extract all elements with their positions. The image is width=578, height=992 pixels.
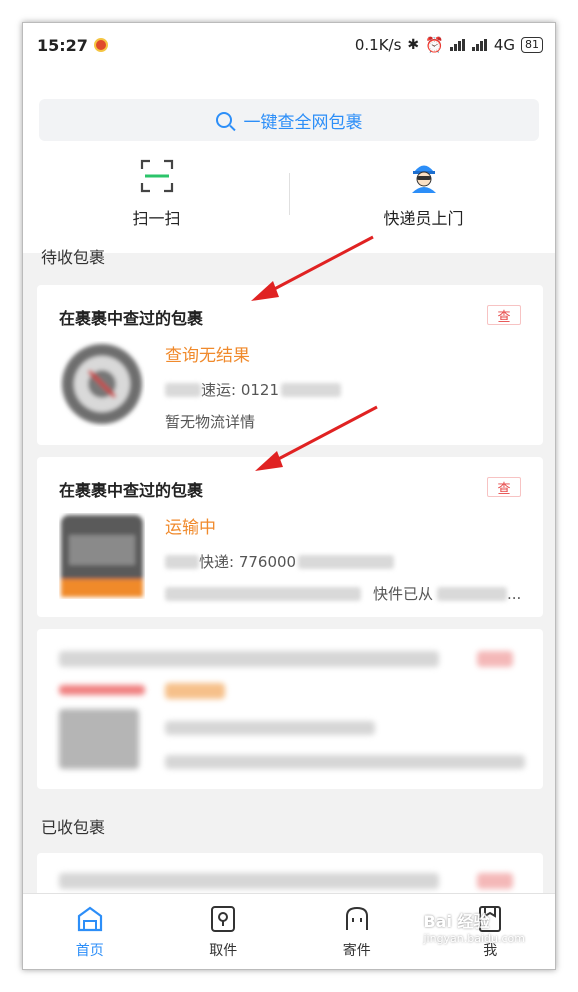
signal-icon	[449, 39, 466, 51]
send-icon	[342, 904, 372, 934]
phone-screen: 15:27 0.1K/s ✱ ⏰ 4G 81 一键查全网包裹 扫一扫 快递员上门…	[22, 22, 556, 970]
status-bar: 15:27 0.1K/s ✱ ⏰ 4G 81	[23, 23, 555, 67]
tab-send[interactable]: 寄件	[290, 894, 424, 969]
notification-icon	[93, 38, 108, 52]
blurred-thumb	[59, 709, 139, 769]
watermark-logo: Bai 经验	[423, 912, 490, 931]
blurred-number	[298, 554, 395, 569]
logistics-detail: 快件已从 ...	[165, 583, 521, 604]
watermark-url: jingyan.baidu.com	[423, 932, 525, 945]
status-text: 查询无结果	[165, 346, 250, 366]
tracking-text: 速运: 0121	[201, 381, 279, 399]
search-label: 一键查全网包裹	[243, 112, 363, 133]
pending-section-title: 待收包裹	[41, 248, 106, 267]
blurred-badge	[477, 873, 513, 889]
signal-icon-2	[471, 39, 488, 51]
blurred-tracking	[165, 721, 375, 735]
card-title: 在裹裹中查过的包裹	[59, 481, 204, 500]
card-title: 在裹裹中查过的包裹	[59, 309, 204, 328]
blurred-title	[59, 873, 439, 889]
scan-button[interactable]: 扫一扫	[23, 159, 290, 229]
package-card[interactable]: 在裹裹中查过的包裹 查 运输中 快递: 776000 快件已从 ...	[37, 457, 543, 617]
blurred-status	[165, 683, 225, 699]
network-speed: 0.1K/s	[354, 36, 402, 54]
search-icon	[215, 112, 232, 128]
blurred-detail	[165, 586, 361, 601]
search-bar[interactable]: 一键查全网包裹	[39, 99, 539, 141]
network-type: 4G	[493, 36, 515, 54]
carrier-logo	[59, 513, 145, 599]
blurred-detail-tail	[437, 586, 508, 601]
alarm-icon: ⏰	[425, 36, 444, 54]
blurred-carrier	[165, 382, 201, 397]
tab-label: 取件	[209, 943, 238, 959]
blurred-label	[59, 685, 145, 695]
detail-text: 快件已从	[373, 585, 434, 603]
blurred-detail	[165, 755, 525, 769]
query-badge: 查	[487, 477, 521, 497]
tab-home[interactable]: 首页	[23, 894, 157, 969]
blurred-carrier	[165, 554, 199, 569]
tab-label: 首页	[75, 943, 104, 959]
scan-icon	[140, 159, 174, 193]
tracking-number: 速运: 0121	[165, 379, 341, 400]
pickup-icon	[208, 904, 238, 934]
courier-pickup-button[interactable]: 快递员上门	[290, 159, 555, 229]
bluetooth-icon: ✱	[407, 37, 420, 53]
header-area: 一键查全网包裹 扫一扫 快递员上门	[23, 67, 555, 253]
blurred-title	[59, 651, 439, 667]
package-card[interactable]: 在裹裹中查过的包裹 查 查询无结果 速运: 0121 暂无物流详情	[37, 285, 543, 445]
tracking-number: 快递: 776000	[165, 551, 395, 572]
received-section-title: 已收包裹	[41, 818, 106, 837]
battery-icon: 81	[521, 37, 543, 53]
status-right: 0.1K/s ✱ ⏰ 4G 81	[355, 36, 543, 54]
blurred-number	[281, 382, 341, 397]
tracking-text: 快递: 776000	[199, 553, 297, 571]
courier-label: 快递员上门	[383, 209, 464, 228]
blurred-package-card[interactable]	[37, 629, 543, 789]
query-badge: 查	[487, 305, 521, 325]
status-text: 运输中	[165, 518, 216, 538]
courier-icon	[407, 159, 441, 193]
carrier-logo	[59, 341, 145, 427]
watermark: Bai 经验 jingyan.baidu.com	[423, 908, 525, 945]
home-icon	[75, 904, 105, 934]
scan-label: 扫一扫	[132, 209, 181, 228]
tab-pickup[interactable]: 取件	[157, 894, 291, 969]
logistics-detail: 暂无物流详情	[165, 413, 256, 431]
ellipsis: ...	[507, 584, 522, 603]
status-time: 15:27	[37, 35, 88, 55]
tab-label: 寄件	[342, 943, 371, 959]
blurred-badge	[477, 651, 513, 667]
